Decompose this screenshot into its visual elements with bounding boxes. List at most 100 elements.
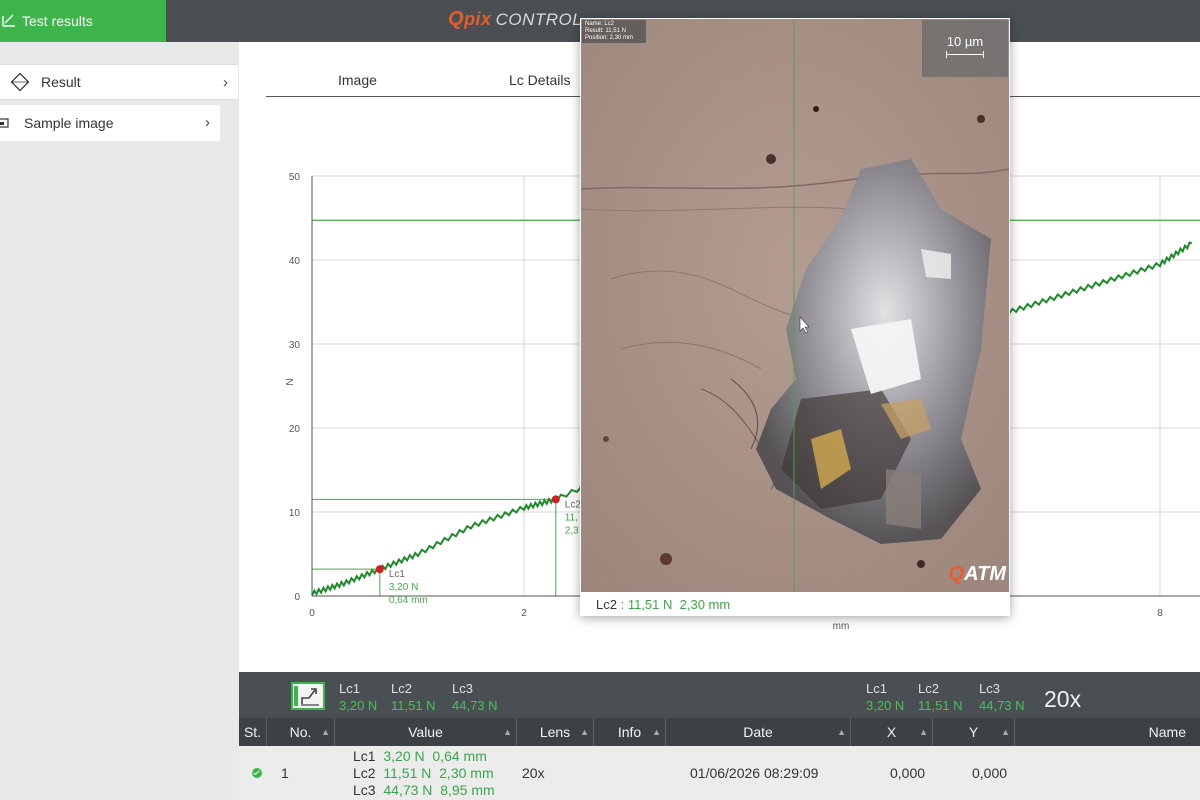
y-axis-label: N [283, 378, 294, 385]
lc-value: 44,73 N [979, 698, 1025, 713]
row-x: 0,000 [890, 765, 926, 781]
summary-bar: Lc1 3,20 N Lc2 11,51 N Lc3 44,73 N Lc1 3… [239, 672, 1200, 718]
row-lc-pos: 0,64 mm [432, 748, 487, 764]
image-caption: Lc2 : 11,51 N 2,30 mm [580, 593, 1010, 616]
zoom-level: 20x [1044, 686, 1082, 712]
meta-line-name: Name: Lc2 [585, 21, 615, 27]
diamond-icon [10, 72, 30, 92]
col-info[interactable]: Info ▲ [594, 718, 666, 746]
lc2-label: 2,3 [565, 525, 579, 536]
lc-label: Lc2 [391, 681, 412, 696]
col-lens[interactable]: Lens ▲ [517, 718, 594, 746]
row-date: 01/06/2026 08:29:09 [690, 765, 819, 781]
x-tick-label: 2 [521, 608, 527, 619]
lc2-summary-right: Lc2 11,51 N [918, 680, 963, 714]
sort-icon[interactable]: ▲ [580, 718, 589, 747]
col-value-label: Value [408, 724, 443, 740]
lc2-label: 11, [565, 512, 578, 523]
sort-icon[interactable]: ▲ [919, 718, 928, 747]
micrograph-image: Name: Lc2 Result: 11,51 N Position: 2,30… [581, 19, 1009, 592]
chevron-right-icon: › [223, 74, 228, 91]
lc-value: 11,51 N [918, 698, 963, 713]
lc1-label: 3,20 N [389, 582, 418, 593]
lc-label: Lc2 [918, 681, 939, 696]
meta-line-position: Position: 2,30 mm [585, 35, 634, 41]
caption-position: 2,30 mm [679, 597, 731, 612]
atm-logo-text: ATM [964, 563, 1006, 585]
sort-icon[interactable]: ▲ [1001, 718, 1010, 747]
lc-label: Lc1 [866, 681, 887, 696]
y-tick-label: 40 [289, 256, 301, 267]
col-x[interactable]: X ▲ [851, 718, 933, 746]
row-no: 1 [281, 765, 289, 781]
meta-line-result: Result: 11,51 N [585, 28, 626, 34]
chevron-right-icon: › [205, 114, 210, 131]
row-lc-name: Lc3 [353, 782, 376, 798]
row-value-line-lc3: Lc3 44,73 N 8,95 mm [353, 782, 495, 799]
row-lens: 20x [522, 765, 545, 781]
col-date[interactable]: Date ▲ [666, 718, 851, 746]
row-lc-pos: 8,95 mm [440, 782, 495, 798]
sidebar-item-result[interactable]: Result › [0, 64, 238, 100]
row-value-line-lc2: Lc2 11,51 N 2,30 mm [353, 765, 495, 782]
tab-test-results[interactable]: Test results [0, 0, 166, 42]
col-no[interactable]: No. ▲ [267, 718, 335, 746]
scale-indicator: 10 µm [922, 20, 1008, 77]
lc-label: Lc3 [452, 681, 473, 696]
col-value[interactable]: Value ▲ [335, 718, 517, 746]
x-tick-label: 0 [309, 608, 315, 619]
sort-icon[interactable]: ▲ [652, 718, 661, 747]
y-tick-label: 0 [294, 592, 300, 603]
lc3-summary-right: Lc3 44,73 N [979, 680, 1025, 714]
col-status[interactable]: St. [239, 718, 267, 746]
lc-value: 11,51 N [391, 698, 436, 713]
atm-logo: QATM [949, 563, 1006, 586]
lc1-summary-right: Lc1 3,20 N [866, 680, 904, 714]
lc-value: 3,20 N [339, 698, 378, 713]
lc-image-popup[interactable]: Name: Lc2 Result: 11,51 N Position: 2,30… [580, 18, 1010, 616]
row-lc-pos: 2,30 mm [439, 765, 494, 781]
col-status-label: St. [243, 724, 262, 740]
brand-logo: Qpix CONTROL [448, 8, 582, 31]
x-axis-label: mm [833, 621, 850, 632]
chart-icon [294, 686, 319, 706]
col-name-label: Name [1148, 724, 1186, 740]
tab-test-results-label: Test results [22, 13, 93, 29]
row-lc-name: Lc1 [353, 748, 376, 764]
status-ok-icon [252, 768, 262, 778]
sort-icon[interactable]: ▲ [503, 718, 512, 747]
col-name[interactable]: Name [1015, 718, 1200, 746]
sidebar-item-sample-image[interactable]: Sample image › [0, 105, 220, 141]
brand-pix: pix [464, 9, 492, 29]
y-tick-label: 30 [289, 340, 301, 351]
row-lc-force: 3,20 N [383, 748, 425, 764]
scale-bar [946, 51, 984, 58]
sidebar-item-label: Result [41, 74, 81, 90]
image-metadata: Name: Lc2 Result: 11,51 N Position: 2,30… [582, 20, 646, 43]
y-tick-label: 50 [289, 172, 301, 183]
lc-marker [551, 495, 560, 504]
image-icon [0, 118, 9, 128]
caption-name: Lc2 [596, 597, 617, 612]
y-tick-label: 10 [289, 508, 301, 519]
chart-view-button[interactable] [291, 682, 325, 710]
caption-force: 11,51 N [627, 597, 673, 612]
brand-q: Q [448, 8, 465, 30]
sidebar-item-label: Sample image [24, 115, 114, 131]
results-table-header: St. No. ▲ Value ▲ Lens ▲ Info ▲ Date ▲ X ▲ Y ▲ … [239, 718, 1200, 746]
lc-label: Lc3 [979, 681, 1000, 696]
lc-label: Lc1 [339, 681, 360, 696]
sort-icon[interactable]: ▲ [321, 718, 330, 747]
row-y: 0,000 [972, 765, 1008, 781]
col-y[interactable]: Y ▲ [933, 718, 1015, 746]
table-row[interactable]: 1 Lc1 3,20 N 0,64 mm Lc2 11,51 N 2,30 mm… [239, 746, 1200, 800]
lc1-label: 0,64 mm [389, 595, 428, 606]
lc1-label: Lc1 [389, 569, 406, 580]
row-values: Lc1 3,20 N 0,64 mm Lc2 11,51 N 2,30 mm L… [353, 748, 495, 799]
y-tick-label: 20 [289, 424, 301, 435]
lc3-summary-left: Lc3 44,73 N [452, 680, 498, 714]
lc-marker [375, 565, 384, 574]
sort-icon[interactable]: ▲ [837, 718, 846, 747]
brand-control: CONTROL [495, 10, 583, 29]
atm-logo-q: Q [948, 563, 965, 585]
